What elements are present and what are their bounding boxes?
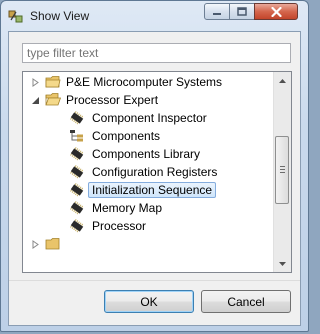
tree-item-processor-expert[interactable]: Processor Expert <box>23 91 271 109</box>
tree-item-components[interactable]: Components <box>23 127 271 145</box>
components-tree-icon <box>70 130 83 142</box>
maximize-button[interactable] <box>229 3 255 20</box>
folder-icon <box>45 76 61 88</box>
window-title: Show View <box>30 9 90 23</box>
expand-arrow-icon[interactable] <box>31 240 40 249</box>
open-folder-icon <box>45 93 61 106</box>
show-view-dialog: Show View type filter text P&E Microcomp… <box>0 0 309 332</box>
tree-item-label: Initialization Sequence <box>88 182 217 198</box>
tree-item-label: Components <box>92 129 161 143</box>
scroll-down-arrow-icon <box>279 261 286 266</box>
vertical-scrollbar[interactable] <box>273 72 291 272</box>
tree-item-processor[interactable]: Processor <box>23 217 271 235</box>
title-bar[interactable]: Show View <box>1 1 308 31</box>
scroll-up-arrow-icon <box>279 78 286 83</box>
tree-item-memory-map[interactable]: Memory Map <box>23 199 271 217</box>
view-tree[interactable]: P&E Microcomputer Systems Processor Expe… <box>22 71 292 273</box>
chip-icon <box>70 201 84 215</box>
tree-item-component-inspector[interactable]: Component Inspector <box>23 109 271 127</box>
maximize-icon <box>237 7 247 16</box>
tree-item-components-library[interactable]: Components Library <box>23 145 271 163</box>
chip-icon <box>70 147 84 161</box>
cancel-button[interactable]: Cancel <box>201 290 291 313</box>
grip-line <box>280 172 285 173</box>
folder-icon <box>45 238 60 250</box>
expand-arrow-icon[interactable] <box>31 78 40 87</box>
minimize-icon <box>213 12 221 15</box>
collapse-arrow-icon[interactable] <box>31 96 40 105</box>
tree-item-initialization-sequence[interactable]: Initialization Sequence <box>23 181 271 199</box>
filter-input[interactable] <box>22 43 291 63</box>
tree-item-label: P&E Microcomputer Systems <box>66 75 223 89</box>
tree-item-label: Configuration Registers <box>92 165 218 179</box>
ok-button[interactable]: OK <box>104 290 194 313</box>
tree-item-pe-microcomputer-systems[interactable]: P&E Microcomputer Systems <box>23 73 271 91</box>
scrollbar-thumb[interactable] <box>275 136 289 204</box>
tree-item-label: Components Library <box>92 147 201 161</box>
show-view-icon <box>8 10 23 23</box>
close-button[interactable] <box>254 3 298 20</box>
chip-icon <box>70 219 84 233</box>
chip-icon <box>70 165 84 179</box>
chip-icon <box>70 111 84 125</box>
divider <box>9 280 300 281</box>
scroll-down-button[interactable] <box>274 255 291 272</box>
tree-item-configuration-registers[interactable]: Configuration Registers <box>23 163 271 181</box>
grip-line <box>280 166 285 167</box>
tree-item-partial[interactable] <box>23 235 271 253</box>
tree-item-label: Processor Expert <box>66 93 159 107</box>
close-icon <box>270 6 282 17</box>
grip-line <box>280 169 285 170</box>
scroll-up-button[interactable] <box>274 72 291 89</box>
chip-icon <box>70 183 84 197</box>
tree-item-label: Processor <box>92 219 147 233</box>
tree-item-label: Component Inspector <box>92 111 207 125</box>
dialog-client-area: P&E Microcomputer Systems Processor Expe… <box>8 31 301 326</box>
minimize-button[interactable] <box>204 3 230 20</box>
tree-item-label: Memory Map <box>92 201 163 215</box>
